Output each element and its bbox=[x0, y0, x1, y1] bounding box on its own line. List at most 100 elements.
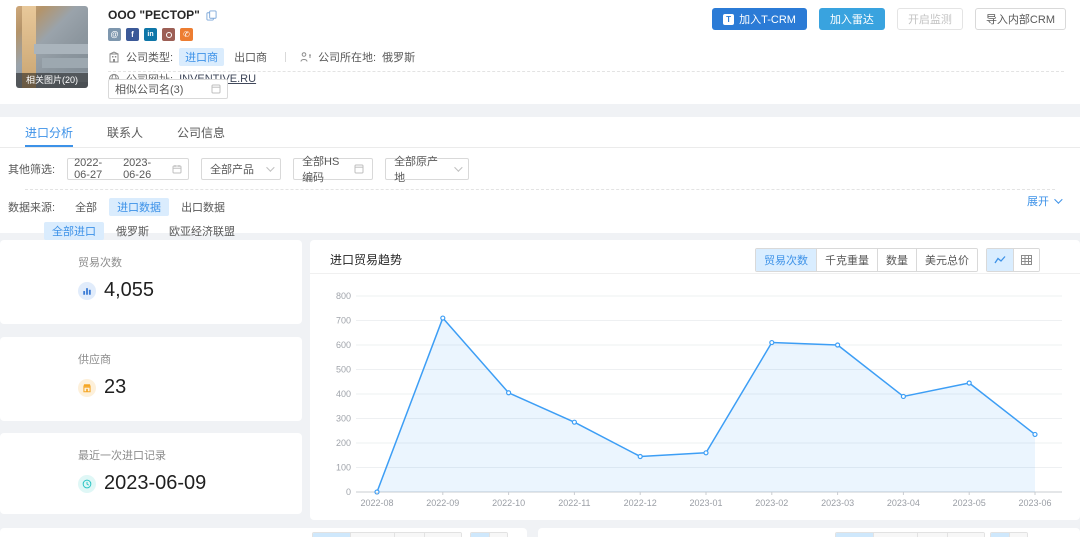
expand-link[interactable]: 展开 bbox=[1027, 193, 1060, 209]
tab-import-analysis[interactable]: 进口分析 bbox=[25, 117, 73, 147]
bottom-left-card bbox=[0, 528, 527, 537]
chevron-down-icon bbox=[266, 163, 274, 171]
company-type-label: 公司类型: bbox=[126, 49, 173, 65]
view-toggle-group[interactable] bbox=[470, 532, 508, 537]
related-images-label[interactable]: 相关图片(20) bbox=[16, 73, 88, 88]
date-start: 2022-06-27 bbox=[74, 157, 117, 181]
stat-card-trade-count: 贸易次数 4,055 bbox=[0, 240, 302, 324]
stat-card-suppliers: 供应商 23 bbox=[0, 337, 302, 421]
svg-text:2022-09: 2022-09 bbox=[426, 498, 459, 508]
stat-label: 供应商 bbox=[78, 351, 302, 367]
svg-text:2023-02: 2023-02 bbox=[755, 498, 788, 508]
svg-text:2023-01: 2023-01 bbox=[689, 498, 722, 508]
subsource-eaeu[interactable]: 欧亚经济联盟 bbox=[161, 222, 243, 240]
table-view-icon[interactable] bbox=[1013, 249, 1039, 271]
stat-value: 2023-06-09 bbox=[104, 472, 206, 495]
instagram-icon[interactable] bbox=[162, 28, 175, 41]
tab-bar: 进口分析 联系人 公司信息 bbox=[0, 117, 1080, 148]
page: 相关图片(20) OOO "PECTOP" @ f in ✆ 公司类型: bbox=[0, 0, 1080, 537]
photo-decor bbox=[42, 58, 88, 68]
similar-companies-select[interactable]: 相似公司名(3) bbox=[108, 79, 228, 99]
svg-text:2023-06: 2023-06 bbox=[1018, 498, 1051, 508]
hs-code-select[interactable]: 全部HS编码 bbox=[293, 158, 373, 180]
facebook-icon[interactable]: f bbox=[126, 28, 139, 41]
metric-kg-weight[interactable]: 千克重量 bbox=[816, 249, 877, 271]
email-icon[interactable]: @ bbox=[108, 28, 121, 41]
metric-toggle-group[interactable] bbox=[835, 532, 985, 537]
phone-icon[interactable]: ✆ bbox=[180, 28, 193, 41]
svg-text:2022-11: 2022-11 bbox=[558, 498, 590, 508]
svg-text:800: 800 bbox=[336, 291, 351, 301]
location-icon bbox=[300, 51, 312, 63]
date-range-picker[interactable]: 2022-06-27 2023-06-26 bbox=[67, 158, 189, 180]
divider bbox=[25, 189, 1055, 190]
divider bbox=[310, 273, 1080, 274]
stat-value: 23 bbox=[104, 376, 126, 399]
svg-text:2022-10: 2022-10 bbox=[492, 498, 525, 508]
metric-toggle-group[interactable] bbox=[312, 532, 462, 537]
list-box-icon bbox=[354, 164, 364, 174]
source-all[interactable]: 全部 bbox=[67, 198, 105, 216]
metric-trade-count[interactable]: 贸易次数 bbox=[756, 249, 816, 271]
tab-contacts[interactable]: 联系人 bbox=[107, 117, 143, 147]
view-toggle-group[interactable] bbox=[990, 532, 1028, 537]
type-option-exporter[interactable]: 出口商 bbox=[230, 48, 271, 66]
location-label: 公司所在地: bbox=[318, 49, 376, 65]
other-filters-label: 其他筛选: bbox=[8, 161, 55, 177]
origin-select[interactable]: 全部原产地 bbox=[385, 158, 469, 180]
sub-source-row: 全部进口 俄罗斯 欧亚经济联盟 bbox=[0, 222, 1080, 240]
company-header: 相关图片(20) OOO "PECTOP" @ f in ✆ 公司类型: bbox=[0, 0, 1080, 104]
svg-text:2022-12: 2022-12 bbox=[624, 498, 657, 508]
import-internal-crm-button[interactable]: 导入内部CRM bbox=[975, 8, 1066, 30]
linkedin-icon[interactable]: in bbox=[144, 28, 157, 41]
svg-text:300: 300 bbox=[336, 414, 351, 424]
svg-text:700: 700 bbox=[336, 316, 351, 326]
svg-text:2023-03: 2023-03 bbox=[821, 498, 854, 508]
location-value: 俄罗斯 bbox=[382, 49, 415, 65]
bar-chart-icon bbox=[78, 282, 96, 300]
tab-company-info[interactable]: 公司信息 bbox=[177, 117, 225, 147]
svg-text:400: 400 bbox=[336, 389, 351, 399]
copy-icon[interactable] bbox=[206, 10, 217, 21]
line-chart-view-icon[interactable] bbox=[987, 249, 1013, 271]
calendar-icon bbox=[172, 164, 182, 174]
type-chip-importer[interactable]: 进口商 bbox=[179, 48, 224, 66]
company-name: OOO "PECTOP" bbox=[108, 8, 200, 22]
import-trend-card: 进口贸易趋势 贸易次数 千克重量 数量 美元总价 010020030040050… bbox=[310, 240, 1080, 520]
data-source-row: 数据来源: 全部 进口数据 出口数据 bbox=[0, 198, 1080, 216]
stat-card-last-import: 最近一次进口记录 2023-06-09 bbox=[0, 433, 302, 514]
product-select[interactable]: 全部产品 bbox=[201, 158, 281, 180]
svg-text:200: 200 bbox=[336, 438, 351, 448]
view-toggle-group bbox=[986, 248, 1040, 272]
stat-label: 贸易次数 bbox=[78, 254, 302, 270]
metric-usd-total[interactable]: 美元总价 bbox=[916, 249, 977, 271]
join-radar-button[interactable]: 加入雷达 bbox=[819, 8, 885, 30]
social-icons: @ f in ✆ bbox=[108, 28, 808, 41]
list-box-icon bbox=[211, 84, 221, 94]
date-end: 2023-06-26 bbox=[123, 157, 166, 181]
source-export-data[interactable]: 出口数据 bbox=[173, 198, 233, 216]
start-monitoring-button[interactable]: 开启监测 bbox=[897, 8, 963, 30]
stat-label: 最近一次进口记录 bbox=[78, 447, 302, 463]
subsource-russia[interactable]: 俄罗斯 bbox=[108, 222, 157, 240]
shop-icon bbox=[78, 379, 96, 397]
subsource-all-imports[interactable]: 全部进口 bbox=[44, 222, 104, 240]
header-actions: T 加入T-CRM 加入雷达 开启监测 导入内部CRM bbox=[712, 8, 1066, 30]
photo-decor bbox=[34, 44, 88, 54]
trend-chart[interactable]: 01002003004005006007008002022-082022-092… bbox=[320, 280, 1075, 515]
svg-text:2023-04: 2023-04 bbox=[887, 498, 920, 508]
divider bbox=[285, 52, 286, 62]
building-icon bbox=[108, 51, 120, 63]
metric-quantity[interactable]: 数量 bbox=[877, 249, 916, 271]
join-tcrm-button[interactable]: T 加入T-CRM bbox=[712, 8, 807, 30]
chart-title: 进口贸易趋势 bbox=[330, 251, 402, 268]
chevron-down-icon bbox=[454, 163, 462, 171]
divider bbox=[108, 71, 1064, 72]
tcrm-icon: T bbox=[723, 14, 734, 25]
company-photo[interactable]: 相关图片(20) bbox=[16, 6, 88, 88]
source-import-data[interactable]: 进口数据 bbox=[109, 198, 169, 216]
svg-text:0: 0 bbox=[346, 487, 351, 497]
stat-value: 4,055 bbox=[104, 279, 154, 302]
metric-toggle-group: 贸易次数 千克重量 数量 美元总价 bbox=[755, 248, 978, 272]
similar-companies-label: 相似公司名(3) bbox=[115, 81, 183, 97]
